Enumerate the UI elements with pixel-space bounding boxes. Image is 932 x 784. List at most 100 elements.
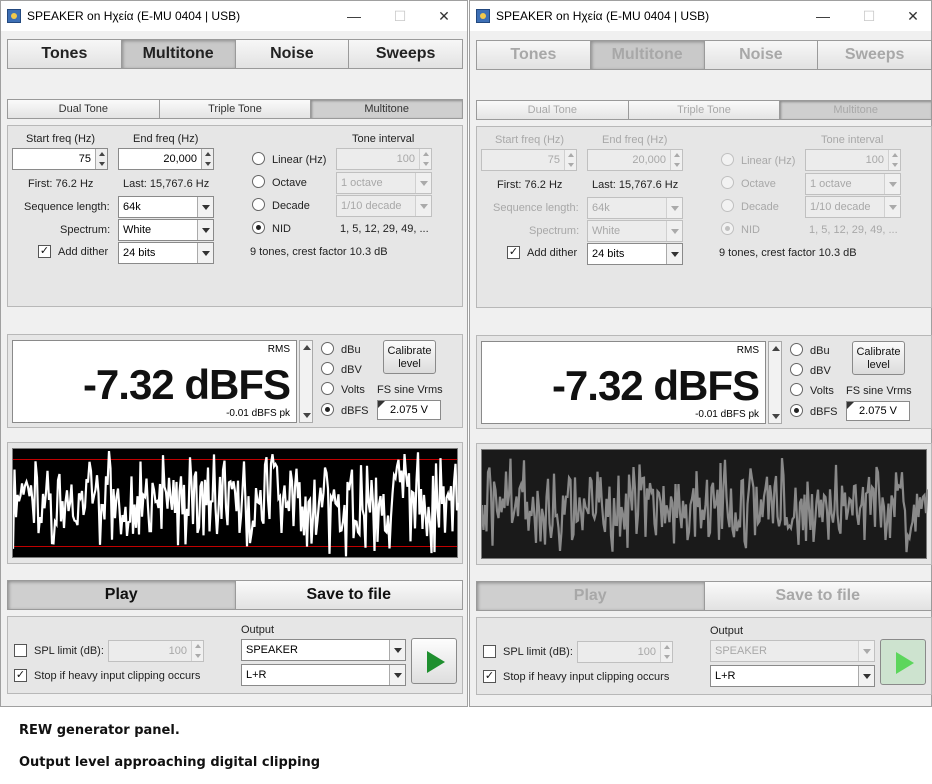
decade-radio[interactable]: [252, 198, 265, 211]
output-device-select: SPEAKER: [710, 640, 875, 662]
unit-dbu-label: dBu: [341, 344, 361, 356]
add-dither-checkbox[interactable]: ✓: [507, 246, 520, 259]
play-button[interactable]: [411, 638, 457, 684]
add-dither-checkbox[interactable]: ✓: [38, 245, 51, 258]
subtab-dual-tone[interactable]: Dual Tone: [8, 100, 160, 118]
level-scroll[interactable]: [768, 341, 782, 424]
fs-sine-label: FS sine Vrms: [377, 384, 443, 396]
chevron-down-icon: [884, 197, 900, 217]
output-channel-select[interactable]: L+R: [241, 664, 406, 686]
start-freq-spinner: 75: [481, 149, 577, 171]
unit-dbfs-radio[interactable]: [790, 404, 803, 417]
calibrate-level-button[interactable]: Calibrate level: [852, 341, 905, 375]
tab-noise[interactable]: Noise: [235, 40, 350, 68]
tone-interval-label: Tone interval: [821, 134, 884, 146]
output-level-readout: -7.32 dBFS: [551, 362, 760, 409]
spl-limit-checkbox[interactable]: [14, 644, 27, 657]
start-freq-label: Start freq (Hz): [495, 134, 565, 146]
chevron-down-icon[interactable]: [389, 640, 405, 660]
sequence-length-select[interactable]: 64k: [118, 196, 214, 218]
stop-clipping-checkbox[interactable]: ✓: [483, 670, 496, 683]
waveform-scope: [481, 449, 928, 559]
output-channel-select[interactable]: L+R: [710, 665, 875, 687]
chevron-down-icon[interactable]: [197, 197, 213, 217]
app-icon: [476, 9, 490, 23]
nid-radio[interactable]: [252, 221, 265, 234]
first-tone-text: First: 76.2 Hz: [28, 178, 94, 190]
tones-info: 9 tones, crest factor 10.3 dB: [250, 246, 388, 258]
spectrum-select[interactable]: White: [118, 219, 214, 241]
octave-label: Octave: [741, 178, 776, 190]
subtab-multitone[interactable]: Multitone: [311, 100, 463, 118]
close-icon[interactable]: ✕: [421, 1, 467, 31]
tab-multitone[interactable]: Multitone: [121, 40, 236, 68]
tab-noise: Noise: [704, 41, 819, 69]
play-button[interactable]: [880, 639, 926, 685]
chevron-down-icon[interactable]: [666, 244, 682, 264]
unit-dbu-radio[interactable]: [790, 343, 803, 356]
end-freq-spinner[interactable]: 20,000: [118, 148, 214, 170]
app-icon: [7, 9, 21, 23]
waveform-trace: [482, 458, 928, 553]
calibrate-level-button[interactable]: Calibrate level: [383, 340, 436, 374]
subtab-triple-tone: Triple Tone: [628, 101, 781, 119]
last-tone-text: Last: 15,767.6 Hz: [123, 178, 210, 190]
chevron-down-icon[interactable]: [197, 220, 213, 240]
nid-radio: [721, 222, 734, 235]
output-level-readout: -7.32 dBFS: [82, 361, 291, 408]
window-title: SPEAKER on Ηχεία (E-MU 0404 | USB): [27, 9, 241, 23]
chevron-down-icon[interactable]: [197, 243, 213, 263]
generator-window-playing: SPEAKER on Ηχεία (E-MU 0404 | USB) — ☐ ✕…: [469, 0, 932, 707]
save-to-file-tab[interactable]: Save to file: [235, 581, 462, 609]
multitone-settings-panel: Start freq (Hz) End freq (Hz) 75 20,000 …: [7, 125, 463, 307]
minimize-icon[interactable]: —: [331, 1, 377, 31]
linear-radio: [721, 153, 734, 166]
octave-radio[interactable]: [252, 175, 265, 188]
unit-volts-radio[interactable]: [790, 383, 803, 396]
output-device-select[interactable]: SPEAKER: [241, 639, 406, 661]
tab-tones[interactable]: Tones: [8, 40, 122, 68]
chevron-down-icon: [884, 174, 900, 194]
peak-level-readout: -0.01 dBFS pk: [695, 409, 759, 420]
octave-radio: [721, 176, 734, 189]
unit-volts-radio[interactable]: [321, 382, 334, 395]
minimize-icon[interactable]: —: [800, 1, 846, 31]
unit-volts-label: Volts: [341, 384, 365, 396]
subtab-triple-tone[interactable]: Triple Tone: [159, 100, 312, 118]
unit-dbu-radio[interactable]: [321, 342, 334, 355]
dither-bits-select[interactable]: 24 bits: [118, 242, 214, 264]
first-tone-text: First: 76.2 Hz: [497, 179, 563, 191]
dither-bits-select[interactable]: 24 bits: [587, 243, 683, 265]
spl-limit-checkbox[interactable]: [483, 645, 496, 658]
subtab-multitone: Multitone: [780, 101, 932, 119]
output-label: Output: [241, 624, 275, 636]
chevron-down-icon: [666, 198, 682, 218]
stop-clipping-checkbox[interactable]: ✓: [14, 669, 27, 682]
unit-dbv-radio[interactable]: [790, 363, 803, 376]
action-bar: Play Save to file: [7, 580, 463, 610]
sequence-length-select: 64k: [587, 197, 683, 219]
nid-label: NID: [741, 224, 760, 236]
start-freq-spinner[interactable]: 75: [12, 148, 108, 170]
unit-dbv-radio[interactable]: [321, 362, 334, 375]
tone-interval-label: Tone interval: [352, 133, 415, 145]
end-freq-label: End freq (Hz): [133, 133, 199, 145]
spinner-arrows-icon: [564, 150, 576, 170]
generator-tabs: Tones Multitone Noise Sweeps: [476, 40, 932, 70]
spinner-arrows-icon[interactable]: [201, 149, 213, 169]
chevron-down-icon[interactable]: [389, 665, 405, 685]
fs-sine-vrms-field[interactable]: 2.075 V: [846, 401, 910, 421]
chevron-down-icon[interactable]: [858, 666, 874, 686]
tab-sweeps[interactable]: Sweeps: [349, 40, 462, 68]
spinner-arrows-icon[interactable]: [95, 149, 107, 169]
unit-dbu-label: dBu: [810, 345, 830, 357]
linear-radio[interactable]: [252, 152, 265, 165]
close-icon[interactable]: ✕: [890, 1, 932, 31]
spinner-arrows-icon: [660, 642, 672, 662]
level-scroll[interactable]: [299, 340, 313, 423]
spinner-arrows-icon: [888, 150, 900, 170]
play-tab[interactable]: Play: [8, 581, 236, 609]
fs-sine-vrms-field[interactable]: 2.075 V: [377, 400, 441, 420]
unit-dbfs-radio[interactable]: [321, 403, 334, 416]
play-icon: [427, 651, 445, 673]
